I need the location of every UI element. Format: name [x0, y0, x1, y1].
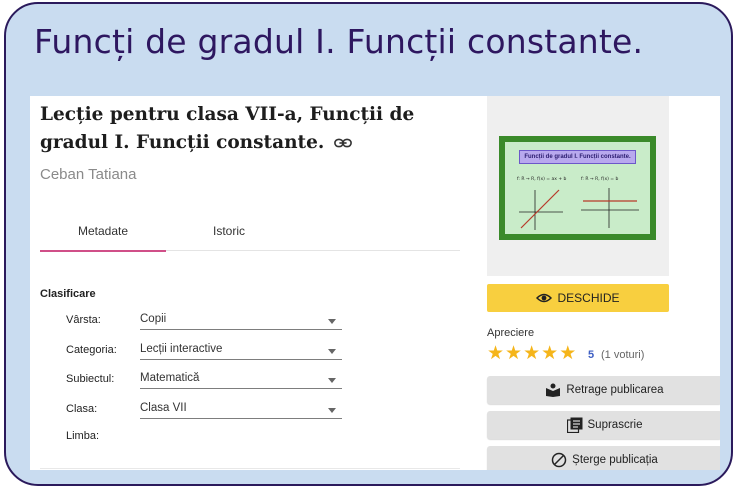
field-label-categoria: Categoria:	[66, 344, 117, 356]
open-button[interactable]: DESCHIDE	[487, 284, 669, 312]
block-icon	[551, 452, 567, 468]
categoria-select[interactable]: Lecții interactive	[140, 340, 342, 360]
thumbnail-slide: Funcții de gradul I. Funcții constante. …	[505, 142, 650, 234]
categoria-select-value: Lecții interactive	[140, 343, 223, 355]
banner-title: Funcți de gradul I. Funcții constante.	[34, 22, 644, 61]
subiectul-select[interactable]: Matematică	[140, 369, 342, 389]
lesson-title-text: Lecție pentru clasa VII-a, Funcții de gr…	[40, 104, 415, 153]
classification-heading: Clasificare	[40, 288, 96, 300]
unpublish-icon	[546, 383, 561, 397]
unpublish-button[interactable]: Retrage publicarea	[487, 376, 720, 404]
divider	[40, 468, 460, 469]
lesson-panel: Lecție pentru clasa VII-a, Funcții de gr…	[30, 96, 720, 470]
thumbnail-area: Funcții de gradul I. Funcții constante. …	[487, 96, 669, 276]
tab-bar: Metadate Istoric	[40, 212, 460, 252]
chevron-down-icon	[328, 319, 336, 324]
field-label-limba: Limba:	[66, 430, 100, 442]
chevron-down-icon	[328, 408, 336, 413]
overwrite-label: Suprascrie	[587, 419, 643, 431]
lesson-frame: Funcți de gradul I. Funcții constante. L…	[4, 2, 733, 486]
field-label-varsta: Vârsta:	[66, 314, 101, 326]
open-button-label: DESCHIDE	[557, 291, 620, 305]
thumbnail-graphs: f: R → R, f(x) = ax + b f: R → R, f(x) =…	[517, 176, 639, 230]
thumbnail-left-formula: f: R → R, f(x) = ax + b	[517, 176, 567, 182]
subiectul-select-value: Matematică	[140, 372, 200, 384]
clasa-select-value: Clasa VII	[140, 402, 187, 414]
star-icon[interactable]: ★	[505, 343, 523, 364]
rating-votes: (1 voturi)	[601, 349, 645, 361]
field-label-subiectul: Subiectul:	[66, 373, 115, 385]
overwrite-icon	[566, 417, 583, 433]
tab-metadate[interactable]: Metadate	[40, 212, 166, 252]
tab-istoric[interactable]: Istoric	[166, 212, 292, 250]
varsta-select-value: Copii	[140, 313, 167, 325]
overwrite-button[interactable]: Suprascrie	[487, 411, 720, 439]
author-name: Ceban Tatiana	[40, 166, 137, 183]
rating-score: 5	[588, 349, 595, 361]
rating-label: Apreciere	[487, 327, 535, 339]
varsta-select[interactable]: Copii	[140, 310, 342, 330]
chevron-down-icon	[328, 378, 336, 383]
eye-icon	[536, 293, 553, 303]
lesson-title: Lecție pentru clasa VII-a, Funcții de gr…	[40, 101, 470, 157]
star-icon[interactable]: ★	[487, 343, 505, 364]
lesson-thumbnail[interactable]: Funcții de gradul I. Funcții constante. …	[499, 136, 656, 240]
lesson-sidebar: Funcții de gradul I. Funcții constante. …	[487, 96, 720, 470]
delete-publication-button[interactable]: Șterge publicația	[487, 446, 720, 470]
star-icon[interactable]: ★	[559, 343, 577, 364]
link-icon[interactable]	[334, 137, 353, 149]
delete-publication-label: Șterge publicația	[572, 454, 658, 466]
unpublish-label: Retrage publicarea	[566, 384, 664, 396]
star-icon[interactable]: ★	[523, 343, 541, 364]
rating-stars[interactable]: ★★★★★	[487, 342, 577, 365]
chevron-down-icon	[328, 349, 336, 354]
field-label-clasa: Clasa:	[66, 403, 98, 415]
star-icon[interactable]: ★	[541, 343, 559, 364]
lesson-details: Lecție pentru clasa VII-a, Funcții de gr…	[30, 96, 485, 470]
clasa-select[interactable]: Clasa VII	[140, 399, 342, 419]
thumbnail-right-formula: f: R → R, f(x) = b	[581, 176, 619, 182]
